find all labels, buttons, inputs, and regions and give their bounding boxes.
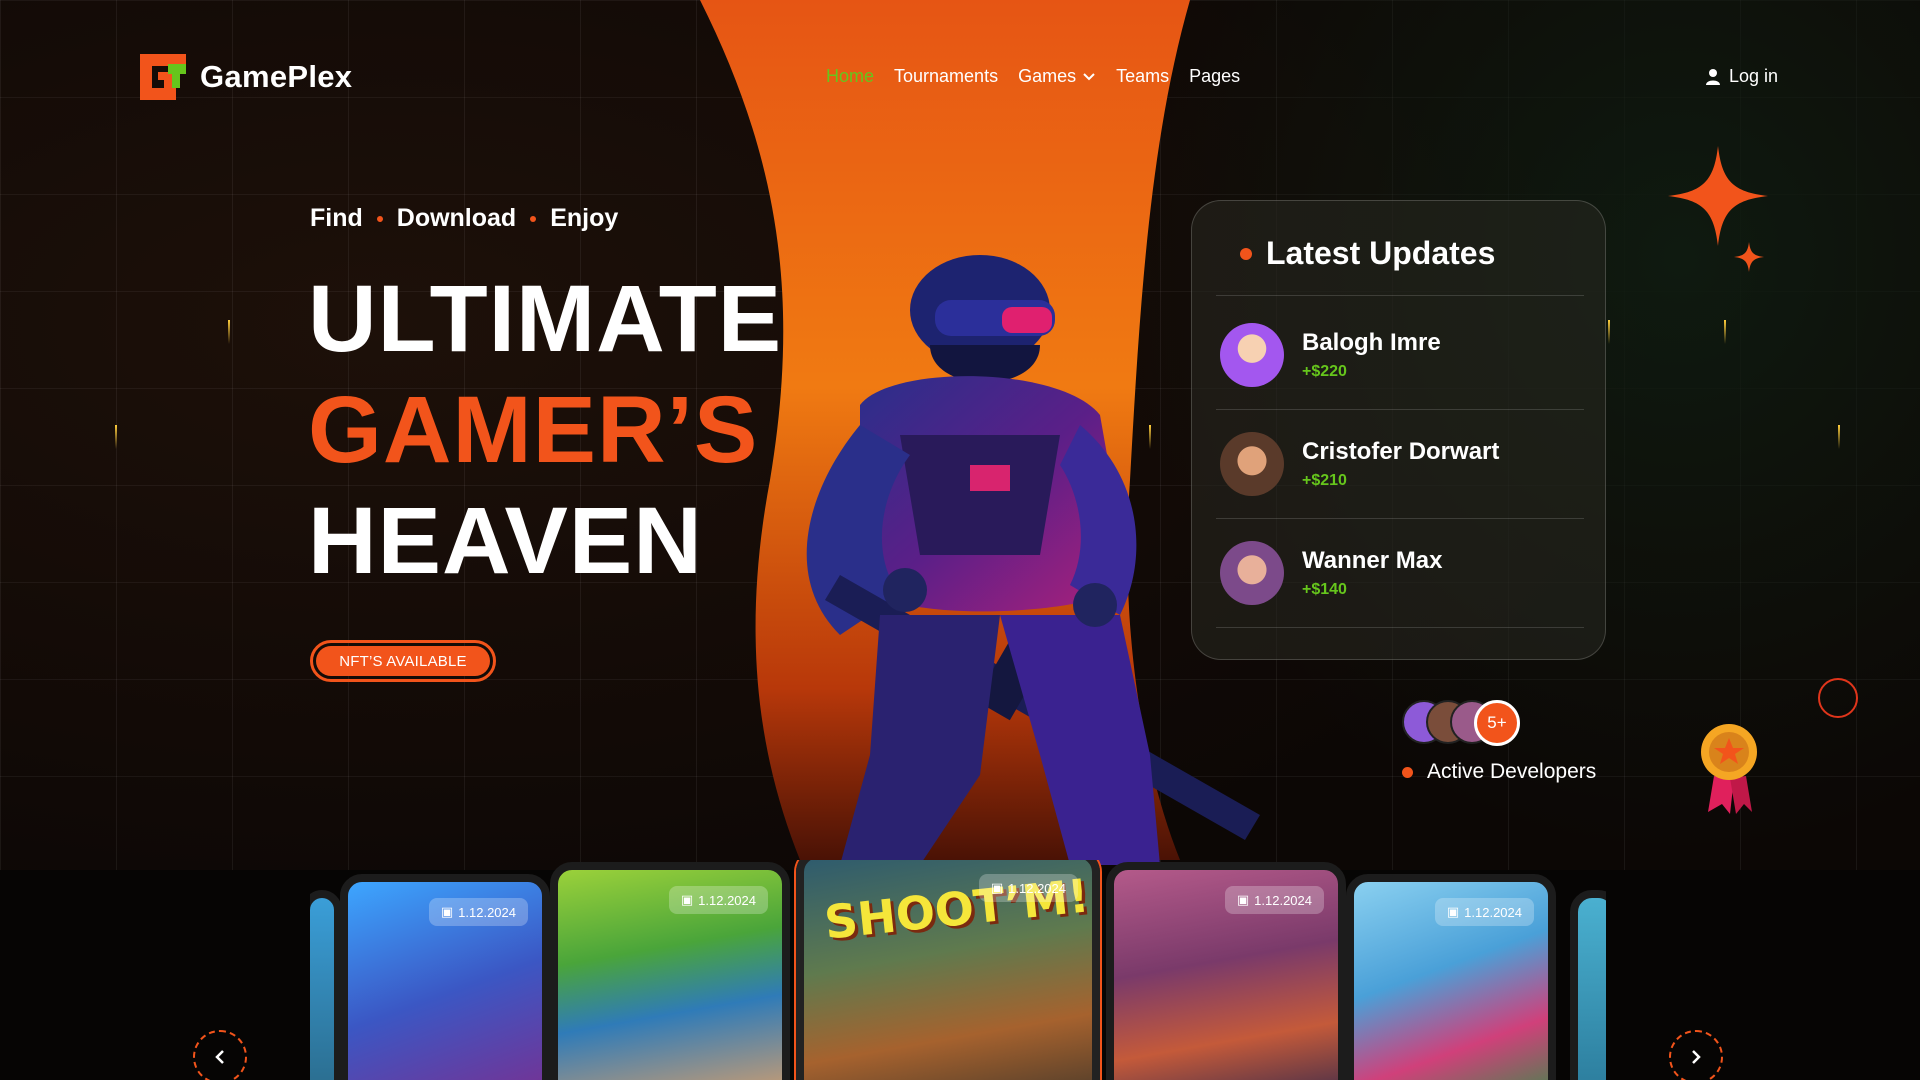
games-carousel: ▣ 1.12.2024 ▣ 1.12.2024 SHOOT’M! ▣ 1.12.… <box>310 860 1606 1080</box>
decorative-ring <box>1818 678 1858 718</box>
update-item[interactable]: Wanner Max +$140 <box>1216 519 1584 627</box>
date-pill: ▣ 1.12.2024 <box>428 898 528 926</box>
game-card[interactable]: ▣ 1.12.2024 <box>1106 862 1346 1080</box>
main-nav: Home Tournaments Games Teams Pages <box>826 66 1240 87</box>
game-card-partial[interactable] <box>1570 890 1606 1080</box>
calendar-icon: ▣ <box>1236 892 1250 907</box>
chevron-down-icon <box>1083 72 1095 80</box>
avatar <box>1220 323 1284 387</box>
nft-button-frame: NFT’S AVAILABLE <box>310 640 496 682</box>
chevron-left-icon <box>215 1050 224 1064</box>
login-link[interactable]: Log in <box>1705 66 1778 87</box>
tagline-word: Find <box>310 204 363 232</box>
hero-headline-line-1: ULTIMATE <box>308 266 783 372</box>
user-icon <box>1706 68 1720 85</box>
spark <box>115 425 117 449</box>
hero-headline-line-3: HEAVEN <box>308 488 703 594</box>
medal-icon <box>1701 724 1757 814</box>
date-pill: ▣ 1.12.2024 <box>668 886 768 914</box>
avatar <box>1220 432 1284 496</box>
nav-item-tournaments[interactable]: Tournaments <box>894 66 998 87</box>
hero-tagline: Find Download Enjoy <box>310 204 618 233</box>
spark <box>1724 320 1726 344</box>
calendar-icon: ▣ <box>990 880 1004 895</box>
developer-avatars[interactable]: 5+ <box>1402 700 1520 746</box>
tagline-word: Enjoy <box>550 204 619 232</box>
latest-updates-heading: Latest Updates <box>1266 235 1496 271</box>
game-card-date: 1.12.2024 <box>1464 904 1522 920</box>
game-card-partial[interactable] <box>310 890 342 1080</box>
small-sparkle-star-icon <box>1734 242 1764 272</box>
avatar <box>1220 541 1284 605</box>
game-card-featured[interactable]: SHOOT’M! ▣ 1.12.2024 <box>796 860 1100 1080</box>
divider <box>1216 627 1584 628</box>
nav-item-games[interactable]: Games <box>1018 66 1096 87</box>
tagline-dot <box>530 215 537 222</box>
gameplex-logo-icon <box>140 54 186 100</box>
update-amount: +$220 <box>1302 363 1347 380</box>
update-item[interactable]: Cristofer Dorwart +$210 <box>1216 410 1584 518</box>
date-pill: ▣ 1.12.2024 <box>978 874 1078 902</box>
nft-available-button[interactable]: NFT’S AVAILABLE <box>316 646 490 676</box>
nav-item-games-label: Games <box>1018 66 1077 86</box>
update-item[interactable]: Balogh Imre +$220 <box>1216 301 1584 409</box>
title-dot <box>1240 247 1252 260</box>
update-name: Balogh Imre <box>1302 329 1441 356</box>
nav-item-pages[interactable]: Pages <box>1189 66 1240 87</box>
update-amount: +$210 <box>1302 472 1347 489</box>
calendar-icon: ▣ <box>1446 904 1460 919</box>
brand-logo[interactable]: GamePlex <box>138 52 352 102</box>
hero-headline-line-2: GAMER’S <box>308 377 759 483</box>
divider <box>1216 295 1584 296</box>
label-dot <box>1402 766 1413 778</box>
developer-count-badge: 5+ <box>1474 700 1520 746</box>
active-developers-text: Active Developers <box>1427 760 1597 783</box>
game-card-date: 1.12.2024 <box>1254 892 1312 908</box>
update-name: Cristofer Dorwart <box>1302 438 1500 465</box>
nav-item-home[interactable]: Home <box>826 66 874 87</box>
brand-name: GamePlex <box>200 59 353 94</box>
calendar-icon: ▣ <box>680 892 694 907</box>
sparkle-star-icon <box>1668 146 1768 246</box>
latest-updates-title: Latest Updates <box>1240 235 1495 272</box>
spark <box>1608 320 1610 344</box>
spark <box>228 320 230 344</box>
login-label: Log in <box>1729 66 1779 86</box>
latest-updates-card: Latest Updates Balogh Imre +$220 Cristof… <box>1191 200 1606 660</box>
game-card-date: 1.12.2024 <box>698 892 756 908</box>
tagline-word: Download <box>396 204 517 232</box>
tagline-dot <box>376 215 383 222</box>
date-pill: ▣ 1.12.2024 <box>1434 898 1534 926</box>
calendar-icon: ▣ <box>440 904 454 919</box>
carousel-prev-button[interactable] <box>193 1030 247 1080</box>
update-name: Wanner Max <box>1302 547 1443 574</box>
date-pill: ▣ 1.12.2024 <box>1224 886 1324 914</box>
game-card[interactable]: ▣ 1.12.2024 <box>340 874 550 1080</box>
update-amount: +$140 <box>1302 581 1347 598</box>
spark <box>1838 425 1840 449</box>
game-card-date: 1.12.2024 <box>1008 880 1066 896</box>
active-developers-label: Active Developers <box>1402 760 1596 784</box>
game-card-date: 1.12.2024 <box>458 904 516 920</box>
game-card[interactable]: ▣ 1.12.2024 <box>550 862 790 1080</box>
chevron-right-icon <box>1692 1050 1701 1064</box>
carousel-next-button[interactable] <box>1669 1030 1723 1080</box>
game-card[interactable]: ▣ 1.12.2024 <box>1346 874 1556 1080</box>
nav-item-teams[interactable]: Teams <box>1116 66 1169 87</box>
